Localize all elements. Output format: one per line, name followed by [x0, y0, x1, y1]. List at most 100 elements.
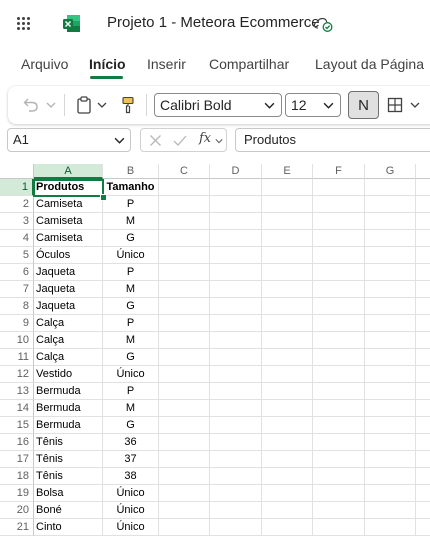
- cell-empty[interactable]: [416, 366, 430, 383]
- cell-empty[interactable]: [262, 247, 313, 264]
- cell-produto[interactable]: Bolsa: [34, 485, 103, 502]
- cell-empty[interactable]: [262, 196, 313, 213]
- cell-empty[interactable]: [262, 315, 313, 332]
- row-header[interactable]: 16: [0, 434, 34, 451]
- cell-empty[interactable]: [210, 383, 262, 400]
- fill-handle[interactable]: [100, 194, 107, 201]
- cell-empty[interactable]: [262, 298, 313, 315]
- cell-empty[interactable]: [313, 451, 365, 468]
- cell-empty[interactable]: [159, 179, 210, 196]
- cell-empty[interactable]: [159, 281, 210, 298]
- row-header[interactable]: 2: [0, 196, 34, 213]
- borders-button[interactable]: [385, 94, 405, 116]
- cell-empty[interactable]: [210, 247, 262, 264]
- select-all-corner[interactable]: [0, 164, 34, 179]
- cell-empty[interactable]: [313, 281, 365, 298]
- cell-produto[interactable]: Jaqueta: [34, 298, 103, 315]
- tab-layout-da-pagina[interactable]: Layout da Página: [315, 56, 424, 72]
- cell-empty[interactable]: [416, 281, 430, 298]
- cell-empty[interactable]: [262, 332, 313, 349]
- cell-empty[interactable]: [262, 451, 313, 468]
- row-header[interactable]: 17: [0, 451, 34, 468]
- cell-empty[interactable]: [313, 502, 365, 519]
- cell-tamanho[interactable]: Único: [103, 485, 159, 502]
- confirm-icon[interactable]: [173, 134, 187, 147]
- cell-empty[interactable]: [313, 247, 365, 264]
- cell-tamanho[interactable]: G: [103, 230, 159, 247]
- cell-tamanho[interactable]: M: [103, 400, 159, 417]
- cell-empty[interactable]: [262, 417, 313, 434]
- cell-empty[interactable]: [416, 298, 430, 315]
- column-header-f[interactable]: F: [313, 164, 365, 179]
- cell-produto[interactable]: Tênis: [34, 451, 103, 468]
- undo-dropdown[interactable]: [44, 94, 58, 116]
- row-header[interactable]: 5: [0, 247, 34, 264]
- cell-empty[interactable]: [416, 332, 430, 349]
- cell-tamanho[interactable]: P: [103, 196, 159, 213]
- cell-empty[interactable]: [159, 366, 210, 383]
- cell-produto[interactable]: Tênis: [34, 468, 103, 485]
- row-header[interactable]: 10: [0, 332, 34, 349]
- row-header[interactable]: 20: [0, 502, 34, 519]
- cell-empty[interactable]: [313, 196, 365, 213]
- cell-empty[interactable]: [262, 468, 313, 485]
- cell-empty[interactable]: [210, 213, 262, 230]
- cell-empty[interactable]: [210, 485, 262, 502]
- cell-empty[interactable]: [365, 315, 416, 332]
- bold-button[interactable]: N: [348, 91, 379, 119]
- cell-empty[interactable]: [313, 298, 365, 315]
- cell-empty[interactable]: [365, 196, 416, 213]
- cell-empty[interactable]: [159, 400, 210, 417]
- cell-empty[interactable]: [159, 502, 210, 519]
- cell-empty[interactable]: [159, 315, 210, 332]
- cell-empty[interactable]: [313, 264, 365, 281]
- cell-empty[interactable]: [365, 485, 416, 502]
- cell-empty[interactable]: [313, 366, 365, 383]
- cell-empty[interactable]: [210, 349, 262, 366]
- paste-dropdown[interactable]: [95, 94, 109, 116]
- cell-tamanho[interactable]: G: [103, 349, 159, 366]
- name-box[interactable]: A1: [7, 128, 131, 152]
- font-size-dropdown[interactable]: 12: [285, 93, 341, 117]
- cell-empty[interactable]: [210, 264, 262, 281]
- cell-empty[interactable]: [210, 315, 262, 332]
- cell-empty[interactable]: [159, 485, 210, 502]
- cell-empty[interactable]: [262, 213, 313, 230]
- cloud-saved-icon[interactable]: [313, 16, 333, 32]
- cell-empty[interactable]: [313, 332, 365, 349]
- cell-tamanho[interactable]: M: [103, 213, 159, 230]
- cell-empty[interactable]: [159, 298, 210, 315]
- borders-dropdown[interactable]: [408, 94, 422, 116]
- cell-produto[interactable]: Jaqueta: [34, 281, 103, 298]
- cell-empty[interactable]: [416, 179, 430, 196]
- cell-tamanho[interactable]: Único: [103, 247, 159, 264]
- cell-produto[interactable]: Calça: [34, 315, 103, 332]
- cell-empty[interactable]: [365, 519, 416, 536]
- cell-empty[interactable]: [313, 434, 365, 451]
- cell-empty[interactable]: [159, 417, 210, 434]
- row-header[interactable]: 12: [0, 366, 34, 383]
- cell-empty[interactable]: [313, 485, 365, 502]
- cell-empty[interactable]: [210, 502, 262, 519]
- row-header[interactable]: 18: [0, 468, 34, 485]
- cell-empty[interactable]: [365, 417, 416, 434]
- column-header-a[interactable]: A: [34, 164, 103, 179]
- cell-empty[interactable]: [416, 213, 430, 230]
- cell-produto[interactable]: Calça: [34, 349, 103, 366]
- cell-empty[interactable]: [159, 451, 210, 468]
- cell-produto[interactable]: Bermuda: [34, 417, 103, 434]
- cell-empty[interactable]: [365, 400, 416, 417]
- row-header[interactable]: 13: [0, 383, 34, 400]
- cell-tamanho[interactable]: P: [103, 264, 159, 281]
- app-launcher-icon[interactable]: [17, 17, 31, 31]
- cell-empty[interactable]: [159, 247, 210, 264]
- cell-empty[interactable]: [210, 468, 262, 485]
- cell-produto[interactable]: Bermuda: [34, 400, 103, 417]
- cell-produto[interactable]: Bermuda: [34, 383, 103, 400]
- cell-empty[interactable]: [313, 179, 365, 196]
- cell-produto[interactable]: Camiseta: [34, 196, 103, 213]
- cell-tamanho[interactable]: P: [103, 383, 159, 400]
- cell-empty[interactable]: [313, 315, 365, 332]
- tab-compartilhar[interactable]: Compartilhar: [209, 56, 289, 72]
- cell-empty[interactable]: [210, 196, 262, 213]
